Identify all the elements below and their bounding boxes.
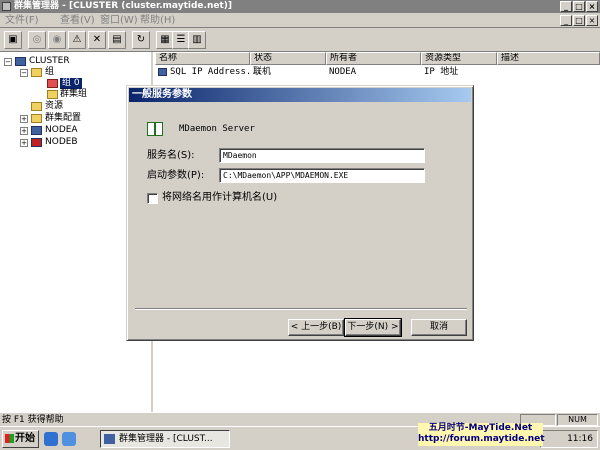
minimize-button[interactable]: _	[560, 1, 572, 12]
expand-nodea-icon[interactable]: +	[20, 127, 28, 135]
start-label: 开始	[15, 433, 35, 444]
open-connection-icon[interactable]: ▣	[4, 31, 22, 49]
dialog-separator	[135, 308, 467, 310]
column-owner[interactable]: 所有者	[326, 52, 421, 65]
use-network-name-label: 将网络名用作计算机名(U)	[162, 192, 278, 203]
menu-help[interactable]: 帮助(H)	[140, 14, 175, 27]
row-owner: NODEA	[329, 67, 357, 77]
delete-icon[interactable]: ✕	[88, 31, 106, 49]
child-restore-button[interactable]: □	[573, 15, 585, 26]
node-icon	[31, 126, 42, 135]
dialog-title: 一般服务参数	[129, 88, 471, 102]
tree-node-a[interactable]: NODEA	[45, 125, 78, 136]
toolbar: ▣ ◎ ◉ ⚠ ✕ ▤ ↻ ▦ ☰ ▥	[0, 28, 600, 52]
start-params-label: 启动参数(P):	[147, 170, 205, 181]
details-view-icon[interactable]: ▥	[188, 31, 206, 49]
ie-quicklaunch-icon[interactable]	[44, 432, 58, 446]
tree-groups[interactable]: 组	[45, 67, 54, 78]
collapse-groups-icon[interactable]: −	[20, 69, 28, 77]
use-network-name-checkbox[interactable]	[147, 193, 158, 204]
expand-config-icon[interactable]: +	[20, 115, 28, 123]
service-name-label: 服务名(S):	[147, 150, 195, 161]
start-params-input[interactable]: C:\MDaemon\APP\MDAEMON.EXE	[219, 168, 425, 183]
windows-logo-icon	[5, 434, 14, 443]
bring-online-icon[interactable]: ◎	[28, 31, 46, 49]
start-button[interactable]: 开始	[2, 430, 39, 448]
take-offline-icon[interactable]: ◉	[48, 31, 66, 49]
properties-icon[interactable]: ▤	[108, 31, 126, 49]
system-tray: 11:16	[540, 430, 598, 448]
column-resource-type[interactable]: 资源类型	[421, 52, 497, 65]
cluster-app-icon	[2, 2, 11, 11]
cluster-icon	[15, 57, 26, 66]
menu-bar: 文件(F) 查看(V) 窗口(W) 帮助(H) _ □ ×	[0, 13, 600, 28]
menu-view[interactable]: 查看(V)	[60, 14, 95, 27]
clock: 11:16	[567, 434, 593, 444]
watermark-line1: 五月时节-MayTide.Net	[428, 423, 533, 433]
folder-icon	[31, 114, 42, 123]
child-minimize-button[interactable]: _	[560, 15, 572, 26]
watermark: 五月时节-MayTide.Net http://forum.maytide.ne…	[418, 423, 545, 446]
desktop-quicklaunch-icon[interactable]	[62, 432, 76, 446]
maximize-button[interactable]: □	[573, 1, 585, 12]
next-button[interactable]: 下一步(N) >	[344, 318, 402, 337]
row-name[interactable]: SQL IP Address...	[170, 67, 262, 77]
warning-icon[interactable]: ⚠	[68, 31, 86, 49]
menu-window[interactable]: 窗口(W)	[100, 14, 138, 27]
service-parameters-dialog: 一般服务参数 MDaemon Server 服务名(S): MDaemon 启动…	[126, 85, 474, 341]
folder-icon	[47, 90, 58, 99]
collapse-root-icon[interactable]: −	[4, 58, 12, 66]
folder-icon	[31, 102, 42, 111]
taskbar-cluster-manager[interactable]: 群集管理器 - [CLUST...	[100, 430, 230, 448]
cluster-app-icon	[104, 434, 115, 444]
tree-root-cluster[interactable]: CLUSTER	[29, 56, 70, 67]
column-state[interactable]: 状态	[250, 52, 326, 65]
app-name-label: MDaemon Server	[179, 124, 255, 134]
row-type: IP 地址	[424, 67, 459, 77]
status-help-text: 按 F1 获得帮助	[2, 415, 64, 425]
node-down-icon	[31, 138, 42, 147]
error-folder-icon	[47, 79, 58, 88]
column-name[interactable]: 名称	[155, 52, 250, 65]
num-lock-indicator: NUM	[557, 414, 598, 426]
tree-cluster-config[interactable]: 群集配置	[45, 113, 81, 124]
back-button[interactable]: < 上一步(B)	[288, 319, 344, 336]
watermark-line2: http://forum.maytide.net	[418, 434, 545, 444]
folder-icon	[31, 68, 42, 77]
window-title: 群集管理器 - [CLUSTER (cluster.maytide.net)]	[14, 1, 232, 11]
tree-node-b[interactable]: NODEB	[45, 137, 78, 148]
expand-nodeb-icon[interactable]: +	[20, 139, 28, 147]
cancel-button[interactable]: 取消	[411, 319, 467, 336]
window-title-bar[interactable]: 群集管理器 - [CLUSTER (cluster.maytide.net)] …	[0, 0, 600, 13]
column-description[interactable]: 描述	[497, 52, 600, 65]
service-name-input[interactable]: MDaemon	[219, 148, 425, 163]
menu-file[interactable]: 文件(F)	[5, 14, 39, 27]
refresh-icon[interactable]: ↻	[132, 31, 150, 49]
row-state: 联机	[253, 67, 272, 77]
tree-cluster-group[interactable]: 群集组	[60, 89, 87, 100]
resource-icon	[158, 68, 167, 76]
child-close-button[interactable]: ×	[586, 15, 598, 26]
close-button[interactable]: ×	[586, 1, 598, 12]
tree-group-0[interactable]: 组 0	[60, 78, 82, 89]
tree-resources[interactable]: 资源	[45, 101, 63, 112]
book-icon	[147, 122, 163, 136]
